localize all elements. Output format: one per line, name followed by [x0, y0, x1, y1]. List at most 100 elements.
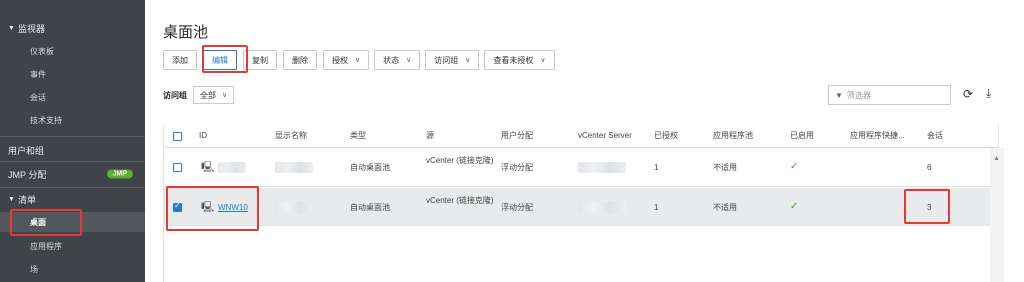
sidebar-item-label: 应用程序 [30, 241, 62, 251]
delete-button[interactable]: 删除 [283, 50, 317, 70]
column-header-entitled[interactable]: 已授权 [654, 131, 678, 141]
column-header-type[interactable]: 类型 [350, 131, 366, 141]
sidebar-divider [0, 161, 145, 162]
status-dropdown[interactable]: 状态 ∨ [374, 50, 421, 70]
column-header-vcenter-server[interactable]: vCenter Server [578, 131, 632, 141]
sidebar-item-label: JMP 分配 [8, 169, 47, 180]
sidebar-item-dashboard[interactable]: 仪表板 [0, 43, 145, 59]
monitor-icon: 🖳 [201, 162, 215, 173]
chevron-down-icon: ∨ [465, 57, 471, 64]
chevron-down-icon: ▼ [8, 24, 15, 32]
status-label: 状态 [383, 55, 400, 65]
desktop-pool-table: ID 显示名称 类型 源 用户分配 vCenter Server 已授权 应用程… [163, 124, 999, 282]
check-icon: ✓ [790, 201, 799, 212]
access-group-select[interactable]: 全部 ∨ [193, 86, 235, 104]
sidebar-item-label: 场 [30, 264, 38, 274]
column-header-app-shortcut[interactable]: 应用程序快捷... [850, 131, 905, 141]
check-icon: ✓ [790, 161, 799, 172]
cell-app-pool: 不适用 [713, 163, 737, 172]
chevron-down-icon: ∨ [540, 57, 546, 64]
access-group-label: 访问组 [434, 55, 459, 65]
cell-sessions: 6 [927, 163, 932, 172]
sidebar-item-farms[interactable]: 场 [0, 261, 145, 277]
sidebar-item-users-groups[interactable]: 用户和组 [0, 140, 145, 160]
chevron-down-icon: ∨ [406, 57, 412, 64]
monitor-icon: 🖳 [201, 202, 215, 213]
pool-id-link[interactable]: WNW10 [218, 203, 248, 213]
column-header-application-pool[interactable]: 应用程序池 [713, 131, 753, 141]
table-header: ID 显示名称 类型 源 用户分配 vCenter Server 已授权 应用程… [164, 124, 998, 148]
sidebar-item-label: 桌面 [30, 217, 46, 227]
add-button[interactable]: 添加 [163, 50, 197, 70]
access-group-select-value: 全部 [200, 90, 216, 100]
column-header-source[interactable]: 源 [426, 131, 434, 141]
row-checkbox[interactable] [173, 163, 182, 172]
view-unentitled-dropdown[interactable]: 查看未授权 ∨ [484, 50, 555, 70]
sidebar-item-label: 仪表板 [30, 46, 54, 56]
column-header-user-assignment[interactable]: 用户分配 [501, 131, 533, 141]
sidebar-item-sessions[interactable]: 会话 [0, 89, 145, 105]
sidebar-item-label: 技术支持 [30, 115, 62, 125]
download-icon[interactable]: ⤓ [986, 86, 991, 101]
sidebar-section-label: 清单 [17, 194, 36, 205]
access-group-dropdown[interactable]: 访问组 ∨ [425, 50, 480, 70]
filter-input[interactable]: ▼ 筛选器 [828, 85, 951, 105]
cell-entitled: 1 [654, 163, 659, 172]
column-header-display-name[interactable]: 显示名称 [275, 131, 307, 141]
sidebar-section-monitor[interactable]: ▼ 监视器 [0, 20, 145, 36]
cell-assignment: 浮动分配 [501, 203, 533, 212]
refresh-icon[interactable]: ⟳ [963, 87, 973, 101]
view-unentitled-label: 查看未授权 [493, 55, 534, 65]
sidebar-item-desktops[interactable]: 桌面 [0, 212, 145, 232]
entitle-label: 授权 [332, 55, 348, 65]
entitle-dropdown[interactable]: 授权 ∨ [323, 50, 370, 70]
column-header-id[interactable]: ID [199, 131, 207, 141]
redacted-display-name [275, 162, 313, 173]
page-title: 桌面池 [163, 24, 209, 41]
sidebar-item-label: 用户和组 [8, 145, 45, 156]
sidebar-item-jmp[interactable]: JMP 分配 JMP [0, 164, 145, 184]
edit-button[interactable]: 编辑 [203, 50, 237, 70]
access-group-filter: 访问组 全部 ∨ [163, 86, 235, 104]
column-header-sessions[interactable]: 会话 [927, 131, 943, 141]
cell-entitled: 1 [654, 203, 659, 212]
column-header-enabled[interactable]: 已启用 [790, 131, 814, 141]
table-row[interactable]: 🖳 自动桌面池 vCenter (链接克隆) 浮动分配 1 不适用 ✓ 6 [164, 149, 998, 187]
cell-type: 自动桌面池 [350, 203, 390, 212]
chevron-down-icon: ∨ [222, 92, 228, 99]
cell-sessions: 3 [927, 203, 932, 212]
jmp-badge: JMP [106, 169, 133, 179]
table-row-selected[interactable]: 🖳 WNW10 自动桌面池 vCenter (链接克隆) 浮动分配 1 不适用 … [164, 188, 998, 226]
redacted-display-name [275, 202, 313, 213]
redacted-id [218, 162, 246, 173]
chevron-down-icon: ▼ [8, 195, 15, 203]
sidebar-section-label: 监视器 [17, 23, 45, 34]
cell-source: vCenter (链接克隆) [426, 156, 494, 165]
vertical-scrollbar[interactable] [990, 148, 1004, 282]
sidebar-item-label: 会话 [30, 92, 46, 102]
cell-source: vCenter (链接克隆) [426, 196, 494, 205]
sidebar-item-events[interactable]: 事件 [0, 66, 145, 82]
sidebar-item-applications[interactable]: 应用程序 [0, 238, 145, 254]
redacted-vcenter [578, 162, 626, 173]
cell-assignment: 浮动分配 [501, 163, 533, 172]
sidebar-item-label: 事件 [30, 69, 46, 79]
sidebar-item-help-desk[interactable]: 技术支持 [0, 112, 145, 128]
toolbar: 添加 编辑 复制 删除 授权 ∨ 状态 ∨ 访问组 ∨ 查看未授权 ∨ [163, 50, 560, 70]
sidebar: ▼ 监视器 仪表板 事件 会话 技术支持 用户和组 JMP 分配 JMP ▼ 清… [0, 0, 145, 282]
sidebar-divider [0, 187, 145, 188]
row-checkbox-checked[interactable] [173, 201, 182, 212]
sidebar-section-inventory[interactable]: ▼ 清单 [0, 191, 145, 207]
select-all-checkbox[interactable] [173, 132, 182, 141]
copy-button[interactable]: 复制 [243, 50, 277, 70]
main-content: 桌面池 添加 编辑 复制 删除 授权 ∨ 状态 ∨ 访问组 ∨ 查看未授权 ∨ 访问组 … [145, 0, 1024, 282]
cell-type: 自动桌面池 [350, 163, 390, 172]
sidebar-divider [0, 136, 145, 137]
access-group-filter-label: 访问组 [163, 90, 187, 100]
cell-app-pool: 不适用 [713, 203, 737, 212]
funnel-icon: ▼ [835, 90, 843, 100]
chevron-down-icon: ∨ [355, 57, 361, 64]
scroll-up-icon[interactable]: ▲ [993, 155, 1000, 162]
redacted-vcenter [578, 202, 626, 213]
filter-placeholder: 筛选器 [846, 90, 871, 100]
